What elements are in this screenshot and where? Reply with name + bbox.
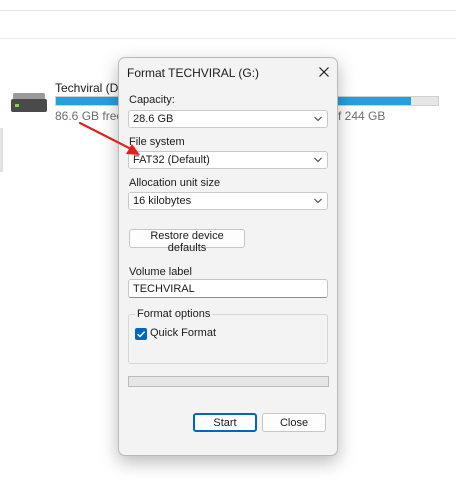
dialog-title: Format TECHVIRAL (G:) — [127, 66, 260, 80]
quick-format-checkbox[interactable] — [135, 328, 147, 340]
allocation-unit-value: 16 kilobytes — [133, 195, 192, 207]
checkmark-icon — [137, 331, 146, 338]
file-system-select[interactable]: FAT32 (Default) — [128, 151, 328, 169]
drive-total-space: f 244 GB — [338, 109, 386, 123]
capacity-select[interactable]: 28.6 GB — [128, 110, 328, 128]
file-system-value: FAT32 (Default) — [133, 154, 210, 166]
chevron-down-icon — [313, 197, 323, 205]
explorer-toolbar-edge — [0, 0, 456, 11]
start-button[interactable]: Start — [193, 413, 257, 432]
allocation-unit-select[interactable]: 16 kilobytes — [128, 192, 328, 210]
allocation-unit-label: Allocation unit size — [129, 177, 221, 189]
drive-name[interactable]: Techviral (D:) — [55, 81, 126, 95]
format-dialog: Format TECHVIRAL (G:) Capacity: 28.6 GB … — [118, 57, 338, 456]
close-icon[interactable] — [316, 64, 332, 80]
chevron-down-icon — [313, 156, 323, 164]
volume-label-input[interactable] — [128, 279, 328, 298]
format-progress-bar — [128, 376, 329, 387]
navigation-pane-edge — [0, 128, 3, 172]
file-system-label: File system — [129, 136, 185, 148]
quick-format-label[interactable]: Quick Format — [150, 327, 216, 339]
format-options-group — [128, 314, 328, 364]
hard-drive-icon[interactable] — [11, 93, 47, 113]
capacity-label: Capacity: — [129, 94, 175, 106]
close-button[interactable]: Close — [262, 413, 326, 432]
capacity-value: 28.6 GB — [133, 113, 174, 125]
format-options-label: Format options — [135, 308, 213, 320]
chevron-down-icon — [313, 115, 323, 123]
restore-defaults-button[interactable]: Restore device defaults — [129, 229, 245, 254]
volume-label-label: Volume label — [129, 266, 192, 278]
explorer-divider — [0, 38, 456, 39]
